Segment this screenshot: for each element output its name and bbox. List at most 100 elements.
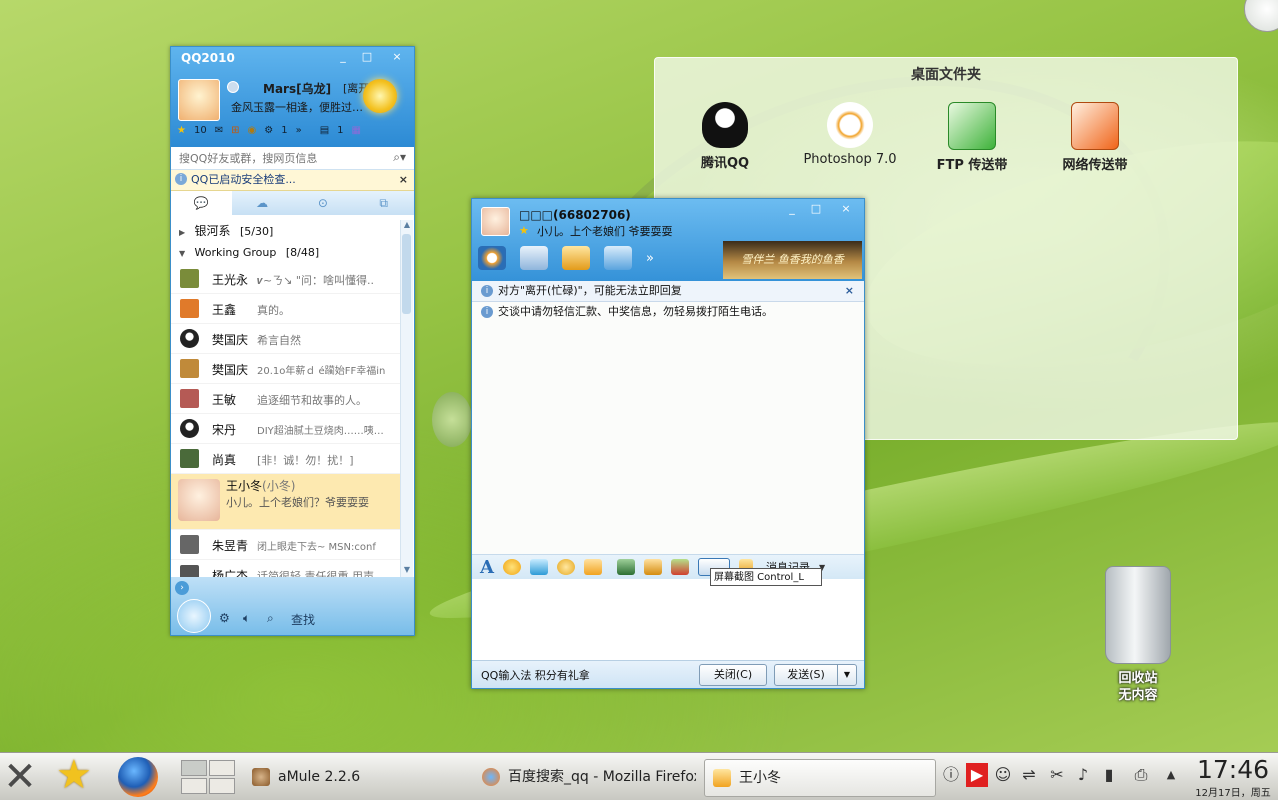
expand-icon[interactable]: › [175, 581, 189, 595]
desktop-3[interactable] [181, 778, 207, 794]
qq-tray-icon[interactable]: ☺ [992, 763, 1014, 787]
list-item-selected[interactable]: 王小冬(小冬) 小儿。上个老娘们？爷要耍耍 [171, 474, 400, 530]
more-icon[interactable]: » [296, 125, 302, 136]
close-chat-button[interactable]: 关闭(C) [699, 664, 767, 686]
settings-gear-icon[interactable]: ⚙ [219, 611, 230, 625]
list-item[interactable]: 王敏 追逐细节和故事的人。 [171, 384, 400, 414]
voice-call-icon[interactable] [520, 246, 548, 270]
weather-sun-icon[interactable] [363, 79, 397, 113]
group-yinhexi[interactable]: ▶ 银河系 [5/30] [171, 220, 400, 242]
info-icon: i [175, 173, 187, 185]
image-icon[interactable] [616, 559, 635, 575]
shake-icon[interactable] [583, 559, 602, 575]
list-item[interactable]: 朱昱青 闭上眼走下去~ MSN:conf [171, 530, 400, 560]
search-input[interactable] [177, 147, 381, 169]
firefox-icon[interactable] [118, 757, 158, 797]
volume-icon[interactable]: ♪ [1072, 763, 1094, 787]
info-icon[interactable]: ⓘ [940, 763, 962, 787]
search-icon[interactable]: ⌕▾ [393, 150, 406, 165]
chat-ad-banner[interactable]: 雪伴兰 鱼香我的鱼香 [723, 241, 862, 279]
close-button[interactable]: × [387, 49, 407, 65]
notice-text[interactable]: QQ已启动安全检查... [191, 173, 296, 186]
search-icon[interactable]: ⌕ [267, 611, 274, 626]
battery-icon[interactable]: ▮ [1098, 763, 1120, 787]
close-button[interactable]: × [836, 201, 856, 217]
find-button[interactable]: 查找 [291, 611, 315, 628]
tab-recent[interactable]: ⊙ [293, 191, 354, 215]
recycle-bin[interactable]: 回收站 无内容 [1098, 566, 1178, 704]
notice-close-icon[interactable]: × [845, 281, 854, 301]
desktop-icon-network[interactable]: 网络传送带 [1040, 102, 1150, 173]
wallet-icon[interactable]: ◉ [247, 125, 256, 136]
status-clock-icon[interactable] [227, 81, 239, 93]
task-firefox[interactable]: 百度搜索_qq - Mozilla Firefox [478, 759, 696, 795]
tab-groups[interactable]: ☁ [232, 191, 293, 215]
list-item[interactable]: 王光永 𝒗~ㄋ↘ "问：啥叫懂得.. [171, 264, 400, 294]
desktop-1[interactable] [181, 760, 207, 776]
favorites-star-icon[interactable]: ★ [56, 755, 92, 795]
avatar [180, 359, 199, 378]
media-icon[interactable]: ▶ [966, 763, 988, 787]
printer-icon[interactable]: ⎙ [1130, 763, 1152, 787]
scroll-down-icon[interactable]: ▼ [401, 565, 413, 577]
app-launcher-icon[interactable]: ✕ [0, 757, 40, 797]
list-item[interactable]: 樊国庆 20.1o年薪ｄ é躏始FF幸福in [171, 354, 400, 384]
remote-desktop-icon[interactable] [604, 246, 632, 270]
maximize-button[interactable]: □ [806, 201, 826, 217]
desktop-4[interactable] [209, 778, 235, 794]
qzone-icon[interactable]: ⚙ [264, 125, 273, 136]
font-icon[interactable]: A [480, 557, 494, 578]
star-icon[interactable]: ★ [177, 125, 186, 136]
send-options-button[interactable]: ▼ [837, 664, 857, 686]
desktop-2[interactable] [209, 760, 235, 776]
app-box-icon[interactable]: ▦ [352, 125, 361, 136]
scroll-up-icon[interactable]: ▲ [401, 220, 413, 232]
list-item[interactable]: 杨广杰 话简很轻 责任很重 用声 [171, 560, 400, 577]
ime-promo[interactable]: QQ输入法 积分有礼拿 [481, 667, 590, 683]
tab-more[interactable]: ⧉ [353, 191, 414, 215]
shop-icon[interactable]: ⊞ [231, 125, 239, 136]
desktop-icon-qq[interactable]: 腾讯QQ [670, 102, 780, 171]
desktop-icon-ftp[interactable]: FTP 传送带 [917, 102, 1027, 173]
qq-main-menu-button[interactable] [177, 599, 211, 633]
magic-face-icon[interactable] [529, 559, 548, 575]
maximize-button[interactable]: □ [357, 49, 377, 65]
minimize-button[interactable]: _ [333, 49, 353, 65]
emoticon-icon[interactable] [502, 559, 521, 575]
list-item[interactable]: 宋丹 DIY超油腻土豆烧肉……咦… [171, 414, 400, 444]
inbox-icon[interactable]: ▤ [320, 125, 329, 136]
klipper-icon[interactable]: ✂ [1046, 763, 1068, 787]
message-history[interactable]: i 交谈中请勿轻信汇款、中奖信息，勿轻易拨打陌生电话。 [472, 302, 864, 554]
signature[interactable]: 金风玉露一相逢，便胜过… [231, 99, 363, 115]
scribble-icon[interactable] [556, 559, 575, 575]
gift-icon[interactable] [670, 559, 689, 575]
video-call-icon[interactable] [478, 246, 506, 270]
list-item[interactable]: 王鑫 真的。 [171, 294, 400, 324]
contact-scrollbar[interactable]: ▲ ▼ [400, 220, 413, 577]
network-icon[interactable]: ⇌ [1018, 763, 1040, 787]
group-working[interactable]: ▼ Working Group [8/48] [171, 242, 400, 264]
message-input[interactable] [472, 579, 864, 669]
task-amule[interactable]: aMule 2.2.6 [248, 759, 467, 795]
list-item[interactable]: 尚真 [非！诚！勿！扰！] [171, 444, 400, 474]
desktop-corner-widget[interactable] [1244, 0, 1278, 32]
volume-icon[interactable]: 🔈︎ [243, 611, 250, 626]
clock[interactable]: 17:46 12月17日，周五 [1188, 756, 1278, 800]
file-transfer-icon[interactable] [562, 246, 590, 270]
minimize-button[interactable]: _ [782, 201, 802, 217]
avatar[interactable] [481, 207, 510, 236]
desktop-pager[interactable] [181, 760, 235, 794]
scroll-thumb[interactable] [402, 234, 411, 314]
more-icon[interactable]: » [646, 251, 654, 266]
desktop-icon-photoshop[interactable]: Photoshop 7.0 [795, 102, 905, 167]
notice-close-icon[interactable]: × [399, 170, 408, 190]
task-qq-chat[interactable]: 王小冬 [704, 759, 936, 797]
expand-arrow-icon[interactable]: ▲ [1160, 763, 1182, 787]
mail-icon[interactable]: ✉ [215, 125, 223, 136]
folder-title: 桌面文件夹 [911, 67, 981, 83]
music-icon[interactable] [643, 559, 662, 575]
avatar[interactable] [178, 79, 220, 121]
list-item[interactable]: 樊国庆 希言自然 [171, 324, 400, 354]
tab-contacts[interactable]: 💬 [171, 191, 232, 215]
send-button[interactable]: 发送(S) [774, 664, 838, 686]
